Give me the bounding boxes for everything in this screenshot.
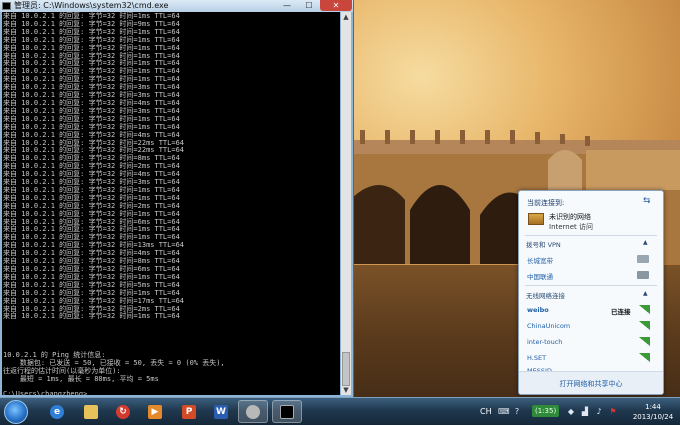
wifi-section-header[interactable]: 无线网络连接 [526, 290, 565, 300]
cmd-app-icon[interactable] [2, 2, 11, 10]
clock-date[interactable]: 2013/10/24 [628, 413, 678, 421]
paint-icon [246, 404, 260, 419]
flyout-title: 当前连接到: [527, 199, 565, 207]
console-line: 最短 = 1ms, 最长 = 80ms, 平均 = 5ms [3, 374, 159, 383]
wifi-item[interactable]: H.SET [527, 354, 546, 362]
volume-icon[interactable]: ♪ [594, 407, 604, 417]
console-line: 来自 10.0.2.1 的回复: 字节=32 时间=1ms TTL=64 [3, 312, 180, 321]
network-icon[interactable]: ▟ [580, 407, 590, 417]
ping-output: 来自 10.0.2.1 的回复: 字节=32 时间=1ms TTL=64 来自 1… [3, 12, 184, 321]
window-title: 管理员: C:\Windows\system32\cmd.exe [14, 1, 169, 10]
help-icon[interactable]: ? [512, 407, 522, 417]
minimize-button[interactable]: — [276, 0, 298, 11]
system-tray: CH ⌨ ? (1:35) ◆ ▟ ♪ ⚑ 1:44 2013/10/24 [478, 398, 680, 426]
keyboard-icon[interactable]: ⌨ [498, 407, 510, 417]
console-line: C:\Users\changzheng> [3, 390, 88, 395]
cmd-icon [280, 404, 294, 419]
security-flag-icon[interactable]: ⚑ [608, 407, 618, 417]
media-app-icon: ↻ [116, 404, 130, 419]
maximize-button[interactable]: ☐ [298, 0, 320, 11]
current-network-name: 未识别的网络 [549, 213, 591, 221]
scroll-up-icon[interactable]: ▲ [341, 12, 351, 22]
word-icon: W [214, 404, 228, 419]
input-language[interactable]: CH [480, 407, 492, 417]
network-bench-icon [528, 213, 544, 225]
taskbar-app-explorer[interactable] [76, 400, 106, 423]
taskbar-app-word[interactable]: W [206, 400, 236, 423]
internet-explorer-icon: e [50, 404, 64, 419]
network-flyout: 当前连接到: ⇆ 未识别的网络 Internet 访问 拨号和 VPN ▲ 长城… [518, 190, 664, 395]
wifi-signal-icon [639, 321, 650, 330]
tray-timer-badge[interactable]: (1:35) [532, 405, 560, 417]
taskbar-app-powerpoint[interactable]: P [174, 400, 204, 423]
tray-app-icon[interactable]: ◆ [566, 407, 576, 417]
open-network-center-link[interactable]: 打开网络和共享中心 [519, 379, 663, 389]
chevron-up-icon[interactable]: ▲ [643, 239, 648, 246]
ping-statistics: 10.0.2.1 的 Ping 统计信息: 数据包: 已发送 = 50, 已接收… [3, 344, 225, 395]
divider [525, 235, 657, 236]
scroll-thumb[interactable] [342, 352, 350, 386]
chevron-up-icon[interactable]: ▲ [643, 290, 648, 297]
vertical-scrollbar[interactable]: ▲ ▼ [341, 12, 351, 395]
wifi-signal-icon [639, 305, 650, 314]
cmd-titlebar[interactable]: 管理员: C:\Windows\system32\cmd.exe — ☐ ✕ [0, 0, 353, 12]
vpn-section-header[interactable]: 拨号和 VPN [526, 239, 561, 249]
console-output[interactable]: 来自 10.0.2.1 的回复: 字节=32 时间=1ms TTL=64 来自 1… [2, 12, 340, 395]
taskbar-app-cmd[interactable] [272, 400, 302, 423]
flyout-footer: 打开网络和共享中心 [519, 371, 663, 394]
current-network-status: Internet 访问 [549, 223, 594, 231]
vpn-item[interactable]: 长城宽带 [527, 255, 553, 265]
wifi-signal-icon [639, 337, 650, 346]
wifi-signal-icon [639, 353, 650, 362]
vpn-item[interactable]: 中国联通 [527, 271, 553, 281]
clock-time[interactable]: 1:44 [628, 403, 678, 411]
wifi-item[interactable]: inter-touch [527, 338, 562, 346]
taskbar-app-player[interactable]: ▶ [140, 400, 170, 423]
start-button[interactable] [4, 400, 28, 424]
modem-icon [637, 255, 649, 263]
scroll-down-icon[interactable]: ▼ [341, 385, 351, 395]
media-player-icon: ▶ [148, 404, 162, 419]
wifi-item[interactable]: ChinaUnicom [527, 322, 570, 330]
taskbar: e ↻ ▶ P W CH ⌨ ? (1:35) ◆ ▟ ♪ ⚑ 1:44 201… [0, 397, 680, 425]
close-button[interactable]: ✕ [320, 0, 352, 11]
wifi-item[interactable]: weibo [527, 306, 549, 314]
modem-icon [637, 271, 649, 279]
powerpoint-icon: P [182, 404, 196, 419]
taskbar-app-media[interactable]: ↻ [108, 400, 138, 423]
folder-icon [84, 404, 98, 419]
refresh-icon[interactable]: ⇆ [643, 196, 651, 206]
connected-status: 已连接 [611, 308, 631, 316]
taskbar-app-ie[interactable]: e [42, 400, 72, 423]
divider [525, 285, 657, 286]
taskbar-app-paint[interactable] [238, 400, 268, 423]
cmd-window[interactable]: 管理员: C:\Windows\system32\cmd.exe — ☐ ✕ 来… [0, 0, 354, 397]
